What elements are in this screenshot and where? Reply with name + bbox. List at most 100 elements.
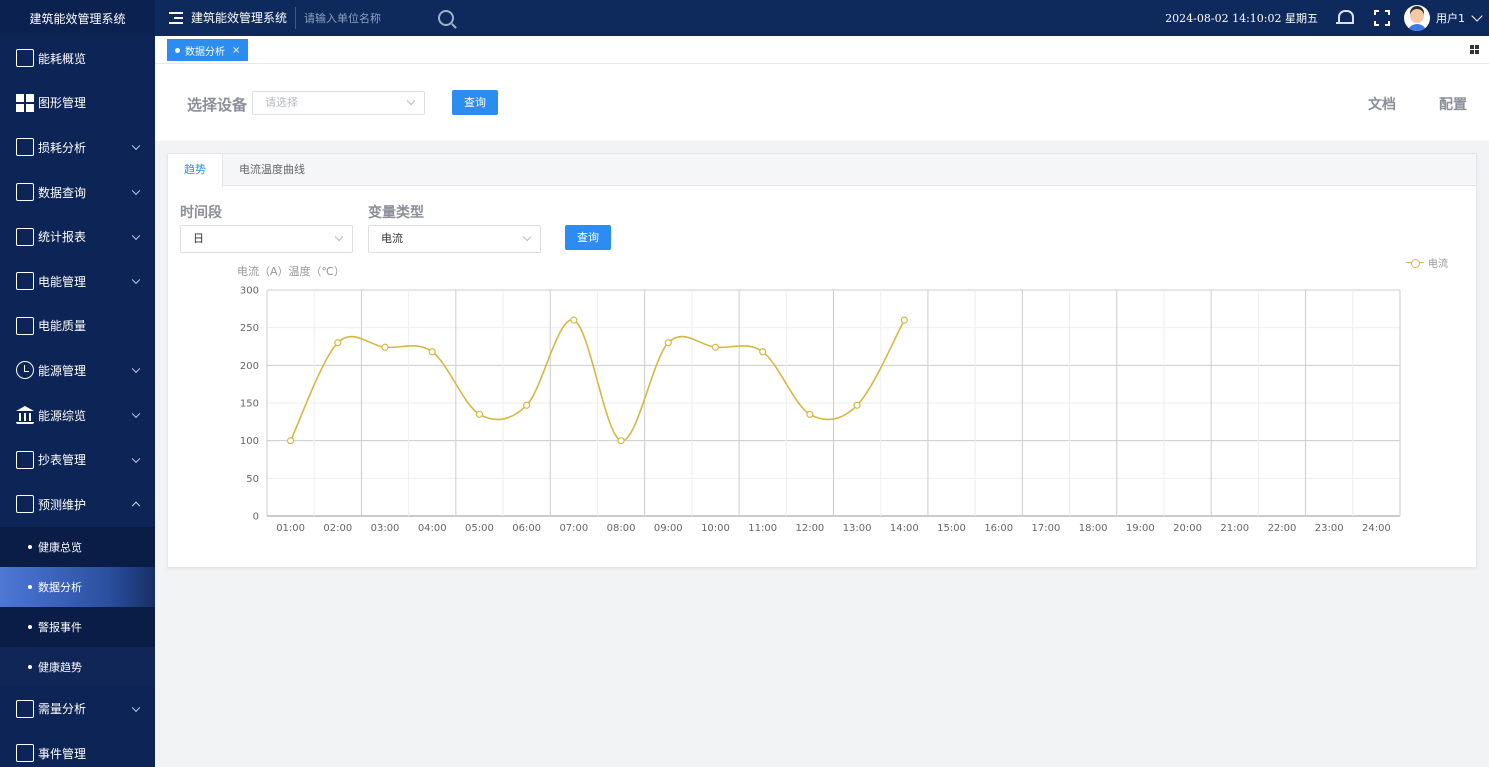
sidebar-item-label: 能源管理	[38, 363, 87, 378]
x-tick-label: 06:00	[512, 523, 541, 534]
sidebar-item-label: 电能质量	[38, 319, 87, 334]
sidebar-item-energy-overview[interactable]: 能耗概览	[0, 36, 155, 81]
data-point	[900, 316, 908, 324]
x-tick-label: 13:00	[843, 523, 872, 534]
chart-monitor-icon	[16, 183, 34, 202]
sidebar-item-loss-analysis[interactable]: 损耗分析	[0, 125, 155, 170]
sidebar-subitem-label: 数据分析	[38, 580, 82, 594]
sidebar-item-energy-management[interactable]: 能源管理	[0, 348, 155, 393]
sidebar-item-predictive-maintenance[interactable]: 预测维护	[0, 482, 155, 527]
sidebar-subitem-label: 健康总览	[38, 540, 82, 554]
bullet-icon	[28, 584, 32, 589]
sidebar-item-label: 需量分析	[38, 702, 87, 717]
sidebar-subitem-alarm-events[interactable]: 警报事件	[0, 607, 155, 647]
device-select-label: 选择设备	[187, 96, 248, 114]
bullet-icon	[28, 624, 32, 629]
sidebar-subitem-label: 警报事件	[38, 620, 82, 634]
chevron-down-icon	[406, 96, 416, 106]
sidebar-subitem-health-overview[interactable]: 健康总览	[0, 527, 155, 567]
bullet-icon	[28, 664, 32, 669]
y-tick-label: 50	[246, 474, 259, 485]
x-tick-label: 07:00	[559, 523, 588, 534]
sidebar-item-power-management[interactable]: 电能管理	[0, 259, 155, 304]
sidebar-item-meter-reading[interactable]: 抄表管理	[0, 437, 155, 482]
chevron-down-icon[interactable]	[1471, 10, 1483, 22]
data-point	[853, 401, 861, 409]
x-tick-label: 02:00	[323, 523, 352, 534]
monitor-search-icon	[16, 49, 34, 68]
app-title: 建筑能效管理系统	[191, 7, 297, 29]
sidebar-subitem-data-analysis[interactable]: 数据分析	[0, 566, 155, 607]
sidebar-item-label: 抄表管理	[38, 453, 87, 468]
device-select[interactable]: 请选择	[252, 91, 425, 115]
sidebar-item-label: 能源综览	[38, 408, 87, 423]
edit-doc-icon	[16, 316, 34, 335]
y-tick-label: 250	[240, 323, 259, 334]
sidebar-item-label: 图形管理	[38, 96, 87, 111]
bullet-icon	[28, 544, 32, 549]
sidebar-item-label: 事件管理	[38, 746, 87, 761]
search-icon[interactable]	[438, 10, 455, 26]
data-point	[570, 316, 578, 324]
sidebar-item-label: 预测维护	[38, 497, 87, 512]
x-tick-label: 21:00	[1220, 523, 1249, 534]
device-select-placeholder: 请选择	[265, 96, 298, 109]
x-tick-label: 18:00	[1079, 523, 1108, 534]
sidebar-item-data-query[interactable]: 数据查询	[0, 170, 155, 215]
sidebar-item-demand-analysis[interactable]: 需量分析	[0, 687, 155, 732]
tab-data-analysis[interactable]: 数据分析 ×	[167, 39, 249, 61]
chart-icon	[16, 699, 34, 718]
unit-search-input[interactable]	[304, 7, 425, 29]
sidebar-subitem-label: 健康趋势	[38, 660, 82, 674]
chevron-down-icon	[131, 409, 141, 419]
bank-icon	[16, 406, 34, 425]
doc-link[interactable]: 文档	[1368, 94, 1396, 114]
x-tick-label: 12:00	[795, 523, 824, 534]
trend-line-chart: 0 50 100 150 200 250 300 01:00 02:00 03:00 04:00 05…	[240, 286, 1401, 534]
x-tick-label: 20:00	[1173, 523, 1202, 534]
x-tick-label: 04:00	[418, 523, 447, 534]
brand-title: 建筑能效管理系统	[0, 0, 155, 36]
data-point	[617, 437, 625, 445]
data-point	[523, 401, 531, 409]
sidebar-subitem-health-trend[interactable]: 健康趋势	[0, 646, 155, 687]
device-query-button[interactable]: 查询	[452, 90, 498, 115]
x-tick-label: 15:00	[937, 523, 966, 534]
tab-label: 数据分析	[185, 46, 225, 58]
power-icon	[16, 272, 34, 291]
sidebar-item-power-quality[interactable]: 电能质量	[0, 304, 155, 349]
edit-doc-icon	[16, 450, 34, 469]
avatar[interactable]	[1404, 5, 1430, 31]
x-tick-label: 16:00	[984, 523, 1013, 534]
sidebar-item-graphics[interactable]: 图形管理	[0, 81, 155, 126]
clock-icon	[16, 361, 34, 380]
fullscreen-icon[interactable]	[1374, 10, 1390, 26]
sidebar: 能耗概览 图形管理 损耗分析 数据查询 统计报表 电能管理 电能质量 能源管理 …	[0, 36, 155, 767]
data-point	[428, 348, 436, 356]
sidebar-item-event-management[interactable]: 事件管理	[0, 731, 155, 767]
grid-menu-icon[interactable]	[1470, 45, 1479, 54]
sidebar-item-label: 数据查询	[38, 185, 87, 200]
sidebar-item-reports[interactable]: 统计报表	[0, 214, 155, 259]
x-tick-label: 24:00	[1362, 523, 1391, 534]
y-tick-label: 300	[240, 286, 259, 297]
y-tick-label: 0	[253, 512, 259, 523]
config-link[interactable]: 配置	[1439, 94, 1467, 114]
sidebar-item-energy-summary[interactable]: 能源综览	[0, 393, 155, 438]
data-point	[475, 410, 484, 418]
active-dot-icon	[175, 47, 180, 53]
y-tick-label: 200	[240, 361, 259, 372]
x-tick-label: 09:00	[654, 523, 683, 534]
username[interactable]: 用户1	[1436, 10, 1465, 26]
x-tick-label: 08:00	[607, 523, 636, 534]
y-tick-label: 150	[240, 399, 259, 410]
chevron-down-icon	[131, 365, 141, 374]
close-icon[interactable]: ×	[232, 45, 240, 56]
edit-doc-icon	[16, 227, 34, 246]
data-point	[806, 410, 814, 418]
data-point	[334, 339, 342, 347]
menu-toggle-icon[interactable]	[169, 12, 183, 24]
bell-icon[interactable]	[1336, 9, 1354, 27]
x-tick-label: 17:00	[1032, 523, 1061, 534]
top-bar: 建筑能效管理系统 建筑能效管理系统 2024-08-02 14:10:02 星期…	[0, 0, 1489, 36]
